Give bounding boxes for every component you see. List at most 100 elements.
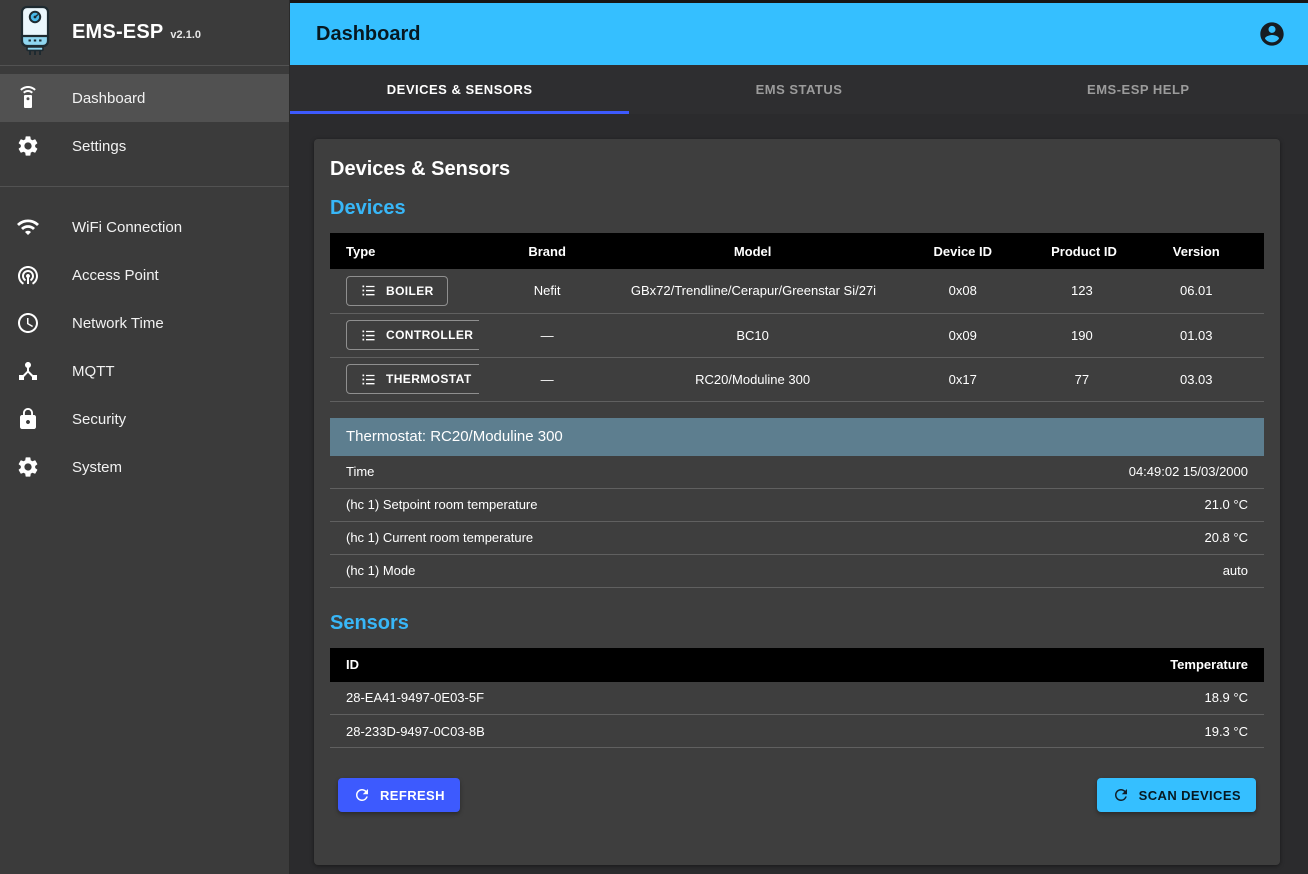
lock-icon [16, 407, 40, 431]
cell-version: 01.03 [1129, 313, 1264, 357]
devices-table-header-row: Type Brand Model Device ID Product ID Ve… [330, 233, 1264, 269]
sensor-row: 28-233D-9497-0C03-8B 19.3 °C [330, 715, 1264, 748]
sidebar-item-mqtt[interactable]: MQTT [0, 347, 289, 395]
cell-type: THERMOSTAT [330, 357, 479, 401]
tab-ems-status[interactable]: EMS STATUS [629, 65, 968, 114]
cell-product-id: 77 [1035, 357, 1128, 401]
wifi-tethering-icon [16, 263, 40, 287]
device-type-label: BOILER [386, 284, 434, 298]
appbar: Dashboard [290, 3, 1308, 65]
detail-label: (hc 1) Current room temperature [346, 530, 533, 545]
list-icon [360, 327, 377, 344]
devices-table: Type Brand Model Device ID Product ID Ve… [330, 233, 1264, 402]
scan-devices-button[interactable]: SCAN DEVICES [1097, 778, 1256, 812]
col-brand: Brand [479, 233, 614, 269]
sidebar: EMS-ESPv2.1.0 Dashboard Settings [0, 0, 290, 874]
detail-value: 21.0 °C [1204, 497, 1248, 512]
device-row: THERMOSTAT — RC20/Moduline 300 0x17 77 0… [330, 357, 1264, 401]
sidebar-item-access-point[interactable]: Access Point [0, 251, 289, 299]
sidebar-item-security[interactable]: Security [0, 395, 289, 443]
sidebar-item-system[interactable]: System [0, 443, 289, 491]
sidebar-item-dashboard[interactable]: Dashboard [0, 74, 289, 122]
gear-icon [16, 455, 40, 479]
col-product-id: Product ID [1035, 233, 1128, 269]
list-icon [360, 282, 377, 299]
cell-model: BC10 [615, 313, 891, 357]
cell-product-id: 123 [1035, 269, 1128, 313]
detail-label: (hc 1) Mode [346, 563, 415, 578]
cell-sensor-id: 28-EA41-9497-0E03-5F [330, 682, 984, 715]
device-type-label: CONTROLLER [386, 328, 473, 342]
cell-device-id: 0x17 [890, 357, 1035, 401]
sensors-table-header-row: ID Temperature [330, 648, 1264, 682]
col-version: Version [1129, 233, 1264, 269]
detail-value: auto [1223, 563, 1248, 578]
cell-sensor-temperature: 19.3 °C [984, 715, 1264, 748]
device-type-button-thermostat[interactable]: THERMOSTAT [346, 364, 479, 394]
sidebar-secondary-list: WiFi Connection Access Point Network Tim… [0, 195, 289, 499]
sidebar-item-label: WiFi Connection [72, 219, 182, 236]
clock-icon [16, 311, 40, 335]
sidebar-item-label: System [72, 459, 122, 476]
account-circle-icon[interactable] [1258, 20, 1286, 48]
col-type: Type [330, 233, 479, 269]
cell-sensor-id: 28-233D-9497-0C03-8B [330, 715, 984, 748]
refresh-icon [353, 786, 371, 804]
tab-ems-esp-help[interactable]: EMS-ESP HELP [969, 65, 1308, 114]
device-type-label: THERMOSTAT [386, 372, 472, 386]
sidebar-item-label: Network Time [72, 315, 164, 332]
cell-product-id: 190 [1035, 313, 1128, 357]
detail-value: 20.8 °C [1204, 530, 1248, 545]
refresh-icon [1112, 786, 1130, 804]
sensors-table: ID Temperature 28-EA41-9497-0E03-5F 18.9… [330, 648, 1264, 749]
remote-icon [16, 86, 40, 110]
detail-value: 04:49:02 15/03/2000 [1129, 464, 1248, 479]
device-row: CONTROLLER — BC10 0x09 190 01.03 [330, 313, 1264, 357]
cell-model: GBx72/Trendline/Cerapur/Greenstar Si/27i [615, 269, 891, 313]
tab-bar: DEVICES & SENSORS EMS STATUS EMS-ESP HEL… [290, 65, 1308, 114]
refresh-button[interactable]: REFRESH [338, 778, 460, 812]
sidebar-item-label: MQTT [72, 363, 115, 380]
device-type-button-controller[interactable]: CONTROLLER [346, 320, 479, 350]
device-hub-icon [16, 359, 40, 383]
cell-device-id: 0x09 [890, 313, 1035, 357]
wifi-icon [16, 215, 40, 239]
device-detail-list: Time 04:49:02 15/03/2000 (hc 1) Setpoint… [330, 456, 1264, 588]
cell-brand: — [479, 313, 614, 357]
sidebar-primary-list: Dashboard Settings [0, 66, 289, 178]
sidebar-item-settings[interactable]: Settings [0, 122, 289, 170]
sidebar-item-label: Access Point [72, 267, 159, 284]
detail-label: Time [346, 464, 374, 479]
device-detail-banner: Thermostat: RC20/Moduline 300 [330, 418, 1264, 456]
cell-model: RC20/Moduline 300 [615, 357, 891, 401]
sensors-heading: Sensors [330, 612, 1264, 635]
sidebar-item-label: Settings [72, 138, 126, 155]
sidebar-header: EMS-ESPv2.1.0 [0, 0, 289, 66]
page-title: Dashboard [316, 23, 420, 46]
cell-type: CONTROLLER [330, 313, 479, 357]
sidebar-item-label: Security [72, 411, 126, 428]
col-temperature: Temperature [984, 648, 1264, 682]
sidebar-item-wifi-connection[interactable]: WiFi Connection [0, 203, 289, 251]
card-title: Devices & Sensors [330, 158, 1264, 181]
cell-version: 03.03 [1129, 357, 1264, 401]
sidebar-item-network-time[interactable]: Network Time [0, 299, 289, 347]
cell-device-id: 0x08 [890, 269, 1035, 313]
devices-heading: Devices [330, 197, 1264, 220]
col-id: ID [330, 648, 984, 682]
sidebar-item-label: Dashboard [72, 90, 145, 107]
device-type-button-boiler[interactable]: BOILER [346, 276, 448, 306]
cell-sensor-temperature: 18.9 °C [984, 682, 1264, 715]
cell-brand: — [479, 357, 614, 401]
tab-devices-sensors[interactable]: DEVICES & SENSORS [290, 65, 629, 114]
app-title: EMS-ESP [72, 21, 163, 43]
list-icon [360, 371, 377, 388]
col-model: Model [615, 233, 891, 269]
detail-row: (hc 1) Current room temperature 20.8 °C [330, 522, 1264, 555]
detail-row: Time 04:49:02 15/03/2000 [330, 456, 1264, 489]
boiler-logo-icon [14, 4, 56, 61]
sidebar-divider [0, 186, 289, 187]
gear-icon [16, 134, 40, 158]
scan-devices-button-label: SCAN DEVICES [1139, 788, 1241, 803]
detail-row: (hc 1) Setpoint room temperature 21.0 °C [330, 489, 1264, 522]
